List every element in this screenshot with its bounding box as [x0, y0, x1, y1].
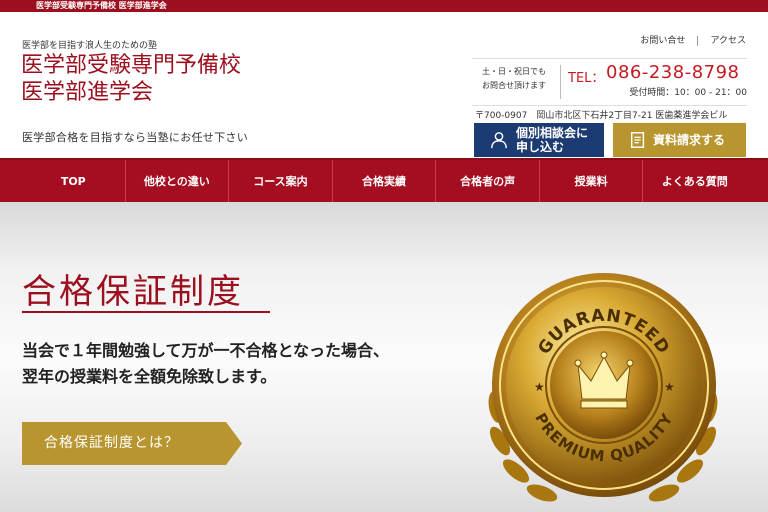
person-icon: [491, 132, 507, 149]
header-tagline: 医学部を目指す浪人生のための塾: [22, 41, 158, 51]
contact-hours-note: 土・日・祝日でも お問合せ頂けます: [472, 65, 556, 93]
nav-item-faq[interactable]: よくある質問: [642, 160, 746, 202]
consultation-button[interactable]: 個別相談会に 申し込む: [474, 123, 604, 157]
request-materials-button[interactable]: 資料請求する: [613, 123, 746, 157]
request-materials-button-label: 資料請求する: [653, 133, 726, 147]
top-bar-text: 医学部受験専門予備校 医学部進学会: [36, 1, 167, 10]
access-link[interactable]: アクセス: [710, 36, 746, 46]
hours-line-1: 土・日・祝日でも: [482, 67, 546, 76]
logo-line-1[interactable]: 医学部受験専門予備校: [21, 52, 241, 79]
site-logo[interactable]: 医学部受験専門予備校 医学部進学会: [21, 52, 241, 106]
header-subcopy: 医学部合格を目指すなら当塾にお任せ下さい: [22, 131, 248, 144]
tel-label: TEL：: [568, 71, 605, 86]
site-header: 医学部を目指す浪人生のための塾 医学部受験専門予備校 医学部進学会 医学部合格を…: [0, 12, 768, 158]
global-nav: TOP 他校との違い コース案内 合格実績 合格者の声 授業料 よくある質問: [0, 158, 768, 202]
hero-title-underline: [22, 311, 270, 313]
document-icon: [630, 132, 645, 148]
utility-divider: [697, 35, 699, 46]
nav-item-results[interactable]: 合格実績: [331, 160, 436, 202]
nav-item-courses[interactable]: コース案内: [228, 160, 332, 202]
hours-line-2: お問合せ頂けます: [482, 81, 546, 90]
logo-line-2[interactable]: 医学部進学会: [21, 79, 241, 106]
hero-title: 合格保証制度: [22, 272, 244, 312]
contact-info: 土・日・祝日でも お問合せ頂けます TEL： 086-238-8798 受付時間…: [472, 58, 747, 106]
reception-hours: 受付時間：10：00 - 21：00: [629, 88, 747, 98]
contact-link[interactable]: お問い合せ: [640, 36, 685, 46]
address: 〒700-0907 岡山市北区下石井2丁目7-21 医歯薬進学会ビル: [475, 111, 728, 121]
contact-divider: [560, 65, 561, 99]
guaranteed-premium-quality-badge: GUARANTEED PREMIUM QUALITY ★ ★: [488, 273, 718, 502]
hero-description: 当会で１年間勉強して万が一不合格となった場合、 翌年の授業料を全額免除致します。: [22, 338, 389, 390]
top-bar: 医学部受験専門予備校 医学部進学会: [0, 0, 768, 12]
nav-item-top[interactable]: TOP: [22, 160, 125, 202]
hero-description-line-1: 当会で１年間勉強して万が一不合格となった場合、: [22, 341, 390, 360]
tel-number[interactable]: 086-238-8798: [606, 62, 740, 83]
utility-links: お問い合せ アクセス: [640, 33, 746, 46]
hero-description-line-2: 翌年の授業料を全額免除致します。: [22, 367, 277, 386]
badge-star-right: ★: [664, 380, 675, 394]
guarantee-details-button-label: 合格保証制度とは？: [44, 435, 179, 451]
nav-item-differences[interactable]: 他校との違い: [124, 160, 229, 202]
badge-star-left: ★: [534, 380, 545, 394]
nav-item-tuition[interactable]: 授業料: [538, 160, 643, 202]
nav-item-testimonials[interactable]: 合格者の声: [435, 160, 539, 202]
consultation-button-label: 個別相談会に 申し込む: [516, 126, 589, 154]
guarantee-details-button[interactable]: 合格保証制度とは？: [22, 422, 242, 465]
hero-banner: 合格保証制度 当会で１年間勉強して万が一不合格となった場合、 翌年の授業料を全額…: [0, 202, 768, 512]
